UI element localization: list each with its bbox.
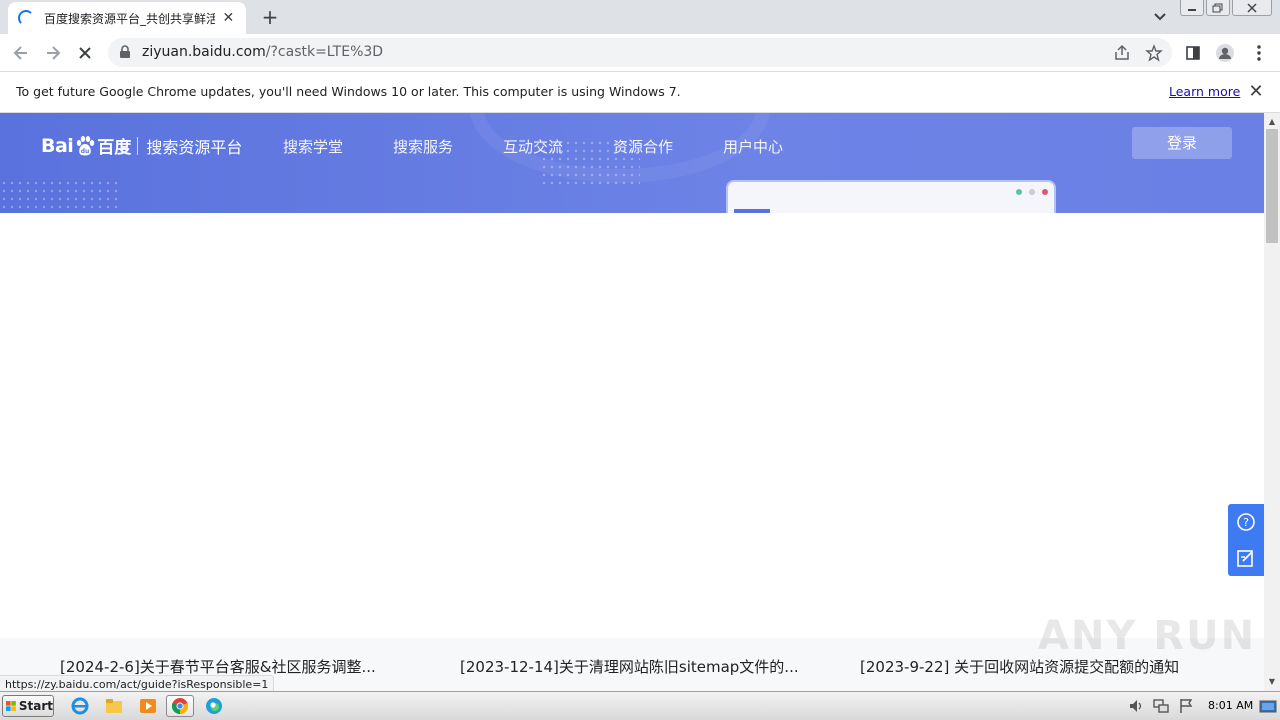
- show-desktop-icon[interactable]: [1258, 696, 1278, 716]
- stop-x-icon: [79, 47, 91, 59]
- kebab-menu-icon: [1257, 45, 1261, 61]
- baidu-paw-icon: du: [77, 135, 95, 155]
- window-dot: [1016, 189, 1022, 195]
- volume-icon[interactable]: [1127, 697, 1145, 715]
- logo-separator: [137, 136, 139, 155]
- windows-taskbar: Start 8:01 AM: [0, 691, 1280, 720]
- internet-explorer-icon: [71, 697, 89, 715]
- taskbar-clock[interactable]: 8:01 AM: [1208, 699, 1253, 712]
- header-banner: Bai du 百度 搜索资源平台 搜索学堂 搜索服务 互动交流 资源合作 用户中…: [0, 113, 1264, 213]
- svg-text:?: ?: [1243, 516, 1249, 529]
- edge-icon: [206, 698, 222, 714]
- nav-item-user-center[interactable]: 用户中心: [723, 136, 783, 157]
- infobar-message: To get future Google Chrome updates, you…: [16, 84, 681, 99]
- nav-item-search-services[interactable]: 搜索服务: [393, 136, 453, 157]
- tab-search-chevron-icon[interactable]: [1150, 8, 1170, 26]
- watermark-text: ANY RUN: [1038, 613, 1257, 659]
- page-viewport: Bai du 百度 搜索资源平台 搜索学堂 搜索服务 互动交流 资源合作 用户中…: [0, 113, 1264, 691]
- close-window-button[interactable]: [1232, 0, 1272, 16]
- share-icon[interactable]: [1113, 44, 1131, 62]
- nav-item-search-academy[interactable]: 搜索学堂: [283, 136, 343, 157]
- logo-platform-text: 搜索资源平台: [146, 137, 243, 157]
- forward-button[interactable]: [42, 42, 64, 64]
- floating-help-panel: ?: [1228, 504, 1264, 576]
- nav-item-community[interactable]: 互动交流: [503, 136, 563, 157]
- infobar-close-icon[interactable]: ✕: [1247, 83, 1265, 101]
- window-dot: [1042, 189, 1048, 195]
- chrome-menu-button[interactable]: [1248, 42, 1270, 64]
- action-center-flag-icon[interactable]: [1177, 697, 1195, 715]
- logo-baidu-text: 百度: [97, 138, 132, 158]
- taskbar-media-player[interactable]: [134, 695, 162, 717]
- nav-item-resource-cooperation[interactable]: 资源合作: [613, 136, 673, 157]
- feedback-edit-icon[interactable]: [1236, 548, 1256, 568]
- address-bar[interactable]: ziyuan.baidu.com/?castk=LTE%3D: [108, 38, 1172, 67]
- url-host: ziyuan.baidu.com: [142, 44, 266, 60]
- logo-bai-text: Bai: [41, 134, 74, 157]
- browser-tab[interactable]: 百度搜索资源平台_共创共享鲜活搜 ✕: [8, 2, 246, 34]
- profile-avatar-icon: [1216, 44, 1234, 62]
- scroll-up-arrow-icon[interactable]: ▲: [1264, 115, 1280, 129]
- illustration-window: [726, 180, 1056, 213]
- page-scrollbar[interactable]: ▲ ▼: [1264, 113, 1280, 691]
- learn-more-link[interactable]: Learn more: [1169, 84, 1240, 99]
- url-path: /?castk=LTE%3D: [265, 44, 384, 60]
- media-player-icon: [140, 699, 156, 713]
- url-text: ziyuan.baidu.com/?castk=LTE%3D: [142, 44, 383, 60]
- login-button[interactable]: 登录: [1132, 127, 1232, 159]
- restore-button[interactable]: [1206, 0, 1230, 16]
- scrollbar-thumb[interactable]: [1266, 129, 1278, 243]
- bookmark-star-icon[interactable]: [1145, 44, 1163, 62]
- taskbar-edge[interactable]: [200, 695, 228, 717]
- close-icon: [1247, 2, 1257, 13]
- forward-arrow-icon: [47, 46, 61, 60]
- start-button[interactable]: Start: [2, 695, 54, 717]
- window-dot: [1029, 189, 1035, 195]
- minimize-button[interactable]: [1180, 0, 1204, 16]
- profile-button[interactable]: [1214, 42, 1236, 64]
- lock-icon[interactable]: [118, 45, 132, 59]
- taskbar-chrome[interactable]: [166, 695, 194, 717]
- taskbar-internet-explorer[interactable]: [66, 695, 94, 717]
- tab-strip: 百度搜索资源平台_共创共享鲜活搜 ✕ +: [0, 0, 1280, 34]
- network-icon[interactable]: [1152, 697, 1170, 715]
- announcement-link[interactable]: [2023-9-22] 关于回收网站资源提交配额的通知: [860, 656, 1179, 677]
- side-panel-icon: [1186, 46, 1200, 60]
- restore-icon: [1212, 3, 1223, 12]
- start-label: Start: [18, 699, 53, 713]
- update-infobar: To get future Google Chrome updates, you…: [0, 71, 1280, 113]
- chrome-icon: [171, 698, 189, 715]
- tab-title: 百度搜索资源平台_共创共享鲜活搜: [44, 11, 215, 26]
- announcement-link[interactable]: [2024-2-6]关于春节平台客服&社区服务调整...: [60, 656, 376, 677]
- side-panel-button[interactable]: [1182, 42, 1204, 64]
- tab-close-icon[interactable]: ✕: [221, 10, 236, 26]
- stop-loading-button[interactable]: [74, 42, 96, 64]
- window-controls: [1178, 0, 1272, 18]
- folder-icon: [106, 699, 122, 713]
- illustration-bar: [734, 209, 770, 213]
- announcement-link[interactable]: [2023-12-14]关于清理网站陈旧sitemap文件的...: [460, 656, 799, 677]
- back-arrow-icon: [13, 46, 27, 60]
- back-button[interactable]: [10, 42, 32, 64]
- new-tab-button[interactable]: +: [258, 6, 282, 28]
- help-question-icon[interactable]: ?: [1236, 512, 1256, 532]
- scroll-down-arrow-icon[interactable]: ▼: [1264, 675, 1280, 689]
- loading-spinner-icon: [18, 10, 34, 26]
- browser-toolbar: ziyuan.baidu.com/?castk=LTE%3D: [0, 34, 1280, 71]
- anyrun-watermark: ANY RUN: [1038, 613, 1256, 659]
- dot-pattern: [0, 179, 118, 209]
- baidu-logo[interactable]: Bai du 百度 搜索资源平台: [41, 133, 243, 159]
- svg-text:du: du: [81, 148, 90, 155]
- status-bar-url: https://zy.baidu.com/act/guide?isRespons…: [0, 675, 275, 691]
- windows-logo-icon: [6, 701, 16, 711]
- taskbar-file-explorer[interactable]: [100, 695, 128, 717]
- minimize-icon: [1188, 8, 1196, 11]
